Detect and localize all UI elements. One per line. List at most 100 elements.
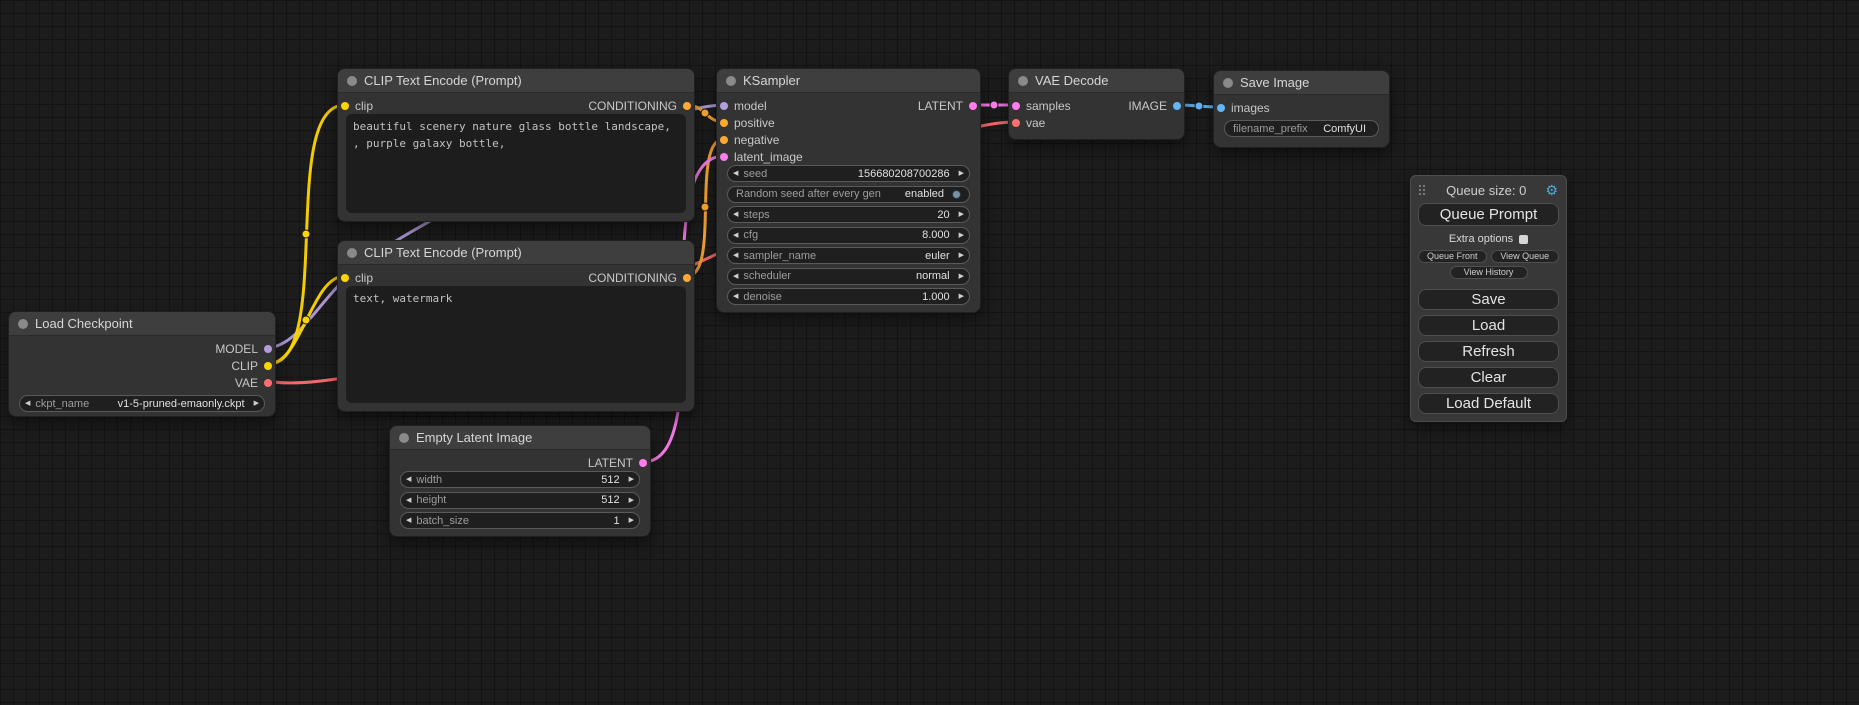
decrement-arrow-icon[interactable]: ◀ xyxy=(401,497,416,504)
widget-label: steps xyxy=(743,209,769,221)
node-titlebar[interactable]: Empty Latent Image xyxy=(390,426,650,450)
vae-output-dot[interactable] xyxy=(264,379,272,387)
latent-output-dot[interactable] xyxy=(639,459,647,467)
decrement-arrow-icon[interactable]: ◀ xyxy=(728,232,743,239)
collapse-toggle-icon[interactable] xyxy=(1223,78,1233,88)
refresh-button[interactable]: Refresh xyxy=(1418,341,1559,362)
node-empty-latent-image[interactable]: Empty Latent Image LATENT ◀ width 512 ▶ … xyxy=(389,425,651,537)
increment-arrow-icon[interactable]: ▶ xyxy=(954,232,969,239)
node-titlebar[interactable]: Load Checkpoint xyxy=(9,312,275,336)
queue-front-button[interactable]: Queue Front xyxy=(1418,250,1487,263)
widget-batch-size[interactable]: ◀ batch_size 1 ▶ xyxy=(400,512,640,529)
output-slot-conditioning: CONDITIONING xyxy=(588,271,691,285)
widget-height[interactable]: ◀ height 512 ▶ xyxy=(400,492,640,509)
widget-scheduler[interactable]: ◀ scheduler normal ▶ xyxy=(727,268,970,285)
node-titlebar[interactable]: Save Image xyxy=(1214,71,1389,95)
load-button[interactable]: Load xyxy=(1418,315,1559,336)
positive-prompt-textarea[interactable]: beautiful scenery nature glass bottle la… xyxy=(346,114,686,213)
widget-sampler-name[interactable]: ◀ sampler_name euler ▶ xyxy=(727,247,970,264)
model-input-dot[interactable] xyxy=(720,102,728,110)
decrement-arrow-icon[interactable]: ◀ xyxy=(728,293,743,300)
next-value-arrow-icon[interactable]: ▶ xyxy=(249,400,264,407)
increment-arrow-icon[interactable]: ▶ xyxy=(954,211,969,218)
widget-width[interactable]: ◀ width 512 ▶ xyxy=(400,471,640,488)
model-output-dot[interactable] xyxy=(264,345,272,353)
prev-value-arrow-icon[interactable]: ◀ xyxy=(728,252,743,259)
node-graph-canvas[interactable]: Load Checkpoint MODEL CLIP VAE xyxy=(0,0,1859,705)
clear-button[interactable]: Clear xyxy=(1418,367,1559,388)
widget-label: denoise xyxy=(743,291,782,303)
images-input-dot[interactable] xyxy=(1217,104,1225,112)
clip-input-dot[interactable] xyxy=(341,102,349,110)
input-slot-latent-image: latent_image xyxy=(720,150,803,164)
load-default-button[interactable]: Load Default xyxy=(1418,393,1559,414)
collapse-toggle-icon[interactable] xyxy=(347,76,357,86)
decrement-arrow-icon[interactable]: ◀ xyxy=(728,170,743,177)
node-ksampler[interactable]: KSampler model LATENT positive xyxy=(716,68,981,313)
node-clip-text-encode-negative[interactable]: CLIP Text Encode (Prompt) clip CONDITION… xyxy=(337,240,695,412)
clip-input-dot[interactable] xyxy=(341,274,349,282)
drag-handle-icon[interactable] xyxy=(1419,184,1427,196)
vae-input-dot[interactable] xyxy=(1012,119,1020,127)
collapse-toggle-icon[interactable] xyxy=(399,433,409,443)
widget-denoise[interactable]: ◀ denoise 1.000 ▶ xyxy=(727,288,970,305)
view-history-button[interactable]: View History xyxy=(1450,266,1528,279)
view-queue-button[interactable]: View Queue xyxy=(1491,250,1560,263)
node-vae-decode[interactable]: VAE Decode samples IMAGE vae xyxy=(1008,68,1185,140)
collapse-toggle-icon[interactable] xyxy=(726,76,736,86)
prev-value-arrow-icon[interactable]: ◀ xyxy=(20,400,35,407)
widget-random-seed-toggle[interactable]: Random seed after every gen enabled xyxy=(727,186,970,203)
widget-steps[interactable]: ◀ steps 20 ▶ xyxy=(727,206,970,223)
node-titlebar[interactable]: CLIP Text Encode (Prompt) xyxy=(338,69,694,93)
widget-label: sampler_name xyxy=(743,250,816,262)
image-output-dot[interactable] xyxy=(1173,102,1181,110)
queue-prompt-button[interactable]: Queue Prompt xyxy=(1418,203,1559,226)
comfy-menu-panel[interactable]: Queue size: 0 ⚙ Queue Prompt Extra optio… xyxy=(1410,175,1567,422)
widget-filename-prefix[interactable]: filename_prefix ComfyUI xyxy=(1224,120,1379,137)
increment-arrow-icon[interactable]: ▶ xyxy=(624,497,639,504)
output-slot-model: MODEL xyxy=(215,342,272,356)
slot-label: images xyxy=(1231,101,1270,115)
node-save-image[interactable]: Save Image images filename_prefix ComfyU… xyxy=(1213,70,1390,148)
node-load-checkpoint[interactable]: Load Checkpoint MODEL CLIP VAE xyxy=(8,311,276,417)
slot-label: latent_image xyxy=(734,150,803,164)
positive-input-dot[interactable] xyxy=(720,119,728,127)
widget-seed[interactable]: ◀ seed 156680208700286 ▶ xyxy=(727,165,970,182)
settings-gear-icon[interactable]: ⚙ xyxy=(1545,183,1558,197)
increment-arrow-icon[interactable]: ▶ xyxy=(624,476,639,483)
widget-value: normal xyxy=(916,270,954,282)
prev-value-arrow-icon[interactable]: ◀ xyxy=(728,273,743,280)
widget-ckpt-name[interactable]: ◀ ckpt_name v1-5-pruned-emaonly.ckpt ▶ xyxy=(19,395,265,412)
collapse-toggle-icon[interactable] xyxy=(347,248,357,258)
latent-output-dot[interactable] xyxy=(969,102,977,110)
collapse-toggle-icon[interactable] xyxy=(18,319,28,329)
node-titlebar[interactable]: KSampler xyxy=(717,69,980,93)
samples-input-dot[interactable] xyxy=(1012,102,1020,110)
toggle-dot-icon[interactable] xyxy=(952,190,961,199)
clip-output-dot[interactable] xyxy=(264,362,272,370)
collapse-toggle-icon[interactable] xyxy=(1018,76,1028,86)
conditioning-output-dot[interactable] xyxy=(683,102,691,110)
increment-arrow-icon[interactable]: ▶ xyxy=(954,293,969,300)
negative-prompt-textarea[interactable]: text, watermark xyxy=(346,286,686,403)
node-title: VAE Decode xyxy=(1035,73,1108,88)
increment-arrow-icon[interactable]: ▶ xyxy=(624,517,639,524)
widget-cfg[interactable]: ◀ cfg 8.000 ▶ xyxy=(727,227,970,244)
slot-label: LATENT xyxy=(588,456,633,470)
next-value-arrow-icon[interactable]: ▶ xyxy=(954,273,969,280)
negative-input-dot[interactable] xyxy=(720,136,728,144)
next-value-arrow-icon[interactable]: ▶ xyxy=(954,252,969,259)
increment-arrow-icon[interactable]: ▶ xyxy=(954,170,969,177)
decrement-arrow-icon[interactable]: ◀ xyxy=(401,476,416,483)
node-clip-text-encode-positive[interactable]: CLIP Text Encode (Prompt) clip CONDITION… xyxy=(337,68,695,222)
extra-options-checkbox[interactable] xyxy=(1519,235,1528,244)
slot-label: MODEL xyxy=(215,342,258,356)
widget-label: batch_size xyxy=(416,515,469,527)
node-titlebar[interactable]: VAE Decode xyxy=(1009,69,1184,93)
node-titlebar[interactable]: CLIP Text Encode (Prompt) xyxy=(338,241,694,265)
decrement-arrow-icon[interactable]: ◀ xyxy=(728,211,743,218)
latent-image-input-dot[interactable] xyxy=(720,153,728,161)
decrement-arrow-icon[interactable]: ◀ xyxy=(401,517,416,524)
save-button[interactable]: Save xyxy=(1418,289,1559,310)
conditioning-output-dot[interactable] xyxy=(683,274,691,282)
